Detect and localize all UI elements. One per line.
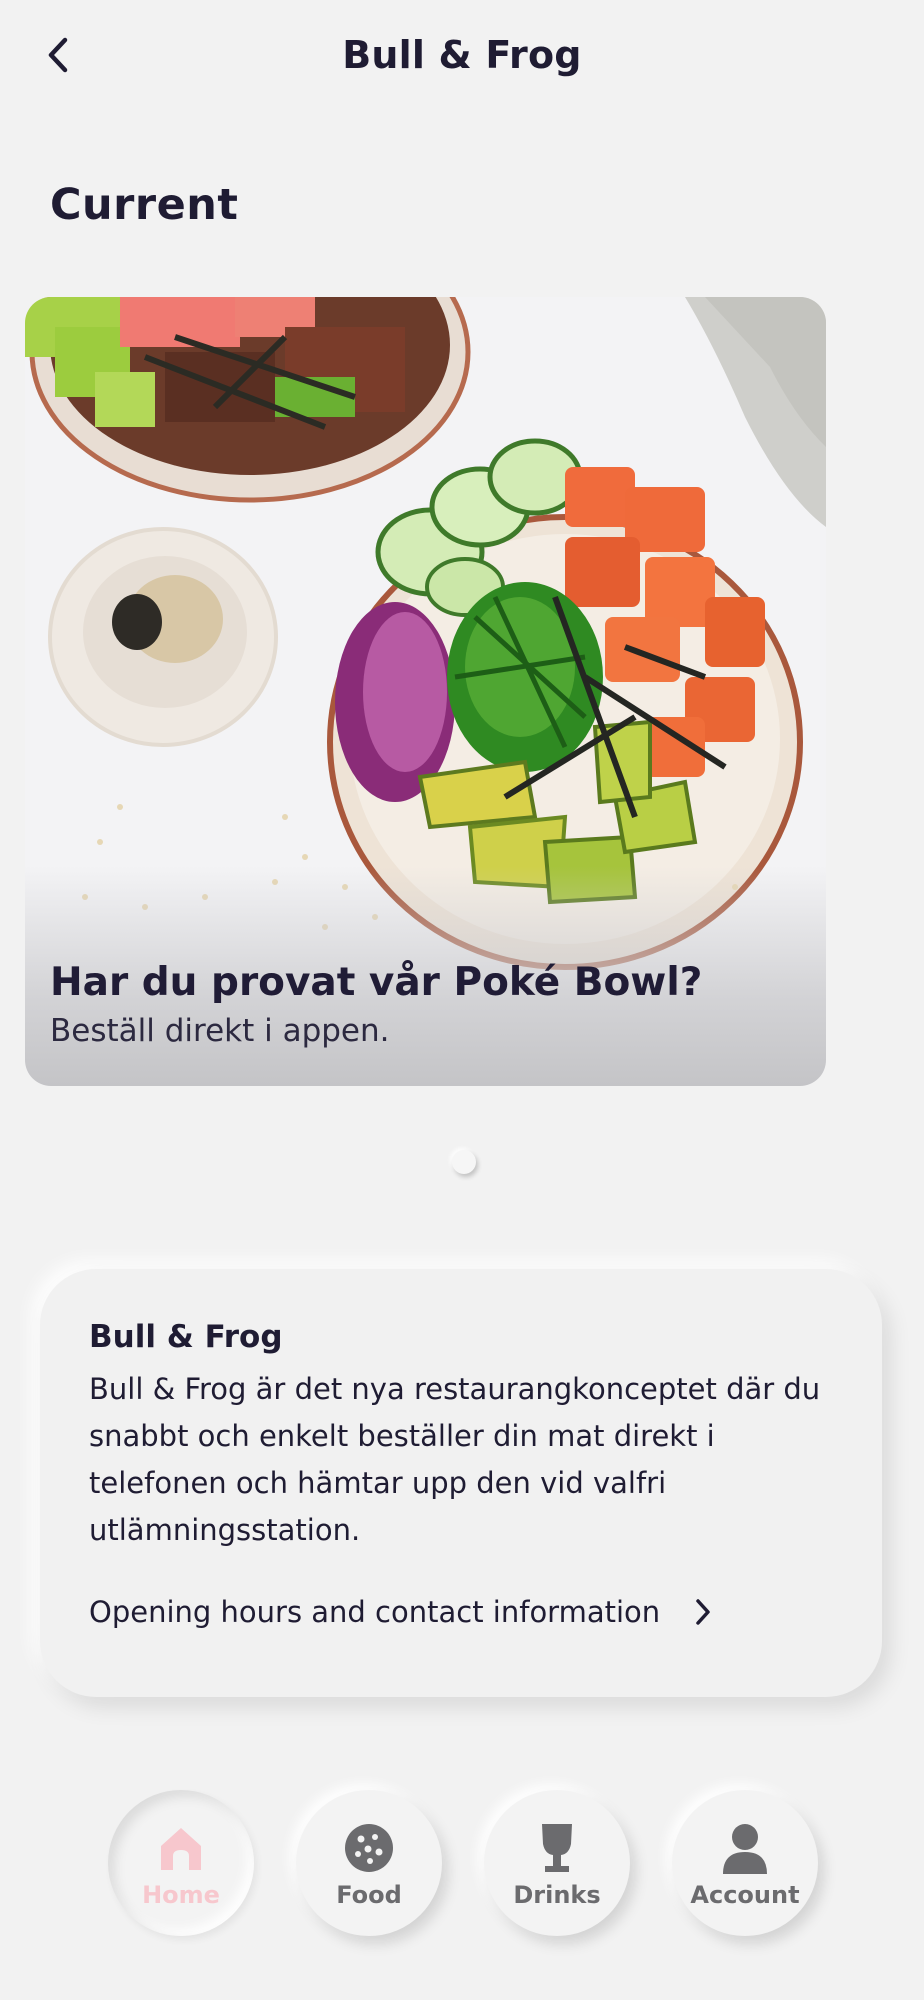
opening-hours-link[interactable]: Opening hours and contact information bbox=[89, 1587, 829, 1637]
nav-drinks[interactable]: Drinks bbox=[484, 1790, 630, 1936]
featured-title: Har du provat vår Poké Bowl? bbox=[50, 960, 703, 1005]
page-title: Bull & Frog bbox=[342, 33, 582, 77]
glass-icon bbox=[531, 1822, 583, 1874]
info-title: Bull & Frog bbox=[89, 1319, 283, 1355]
nav-drinks-label: Drinks bbox=[513, 1881, 601, 1909]
restaurant-info-card: Bull & Frog Bull & Frog är det nya resta… bbox=[40, 1269, 882, 1697]
bottom-navigation: Home Food Drinks Account bbox=[0, 1790, 924, 1950]
nav-account[interactable]: Account bbox=[672, 1790, 818, 1936]
nav-food-label: Food bbox=[336, 1881, 402, 1909]
chevron-right-icon bbox=[694, 1598, 712, 1626]
person-icon bbox=[719, 1822, 771, 1874]
cookie-icon bbox=[343, 1822, 395, 1874]
nav-account-label: Account bbox=[690, 1881, 800, 1909]
page-indicator-dot bbox=[452, 1150, 476, 1174]
featured-subtitle: Beställ direkt i appen. bbox=[50, 1013, 390, 1049]
section-title-current: Current bbox=[50, 180, 239, 230]
app-header: Bull & Frog bbox=[0, 0, 924, 115]
featured-card[interactable]: Har du provat vår Poké Bowl? Beställ dir… bbox=[25, 297, 826, 1086]
nav-home[interactable]: Home bbox=[108, 1790, 254, 1936]
home-icon bbox=[155, 1822, 207, 1874]
nav-home-label: Home bbox=[142, 1881, 220, 1909]
nav-food[interactable]: Food bbox=[296, 1790, 442, 1936]
info-description: Bull & Frog är det nya restaurangkoncept… bbox=[89, 1372, 821, 1547]
opening-hours-label: Opening hours and contact information bbox=[89, 1595, 661, 1629]
